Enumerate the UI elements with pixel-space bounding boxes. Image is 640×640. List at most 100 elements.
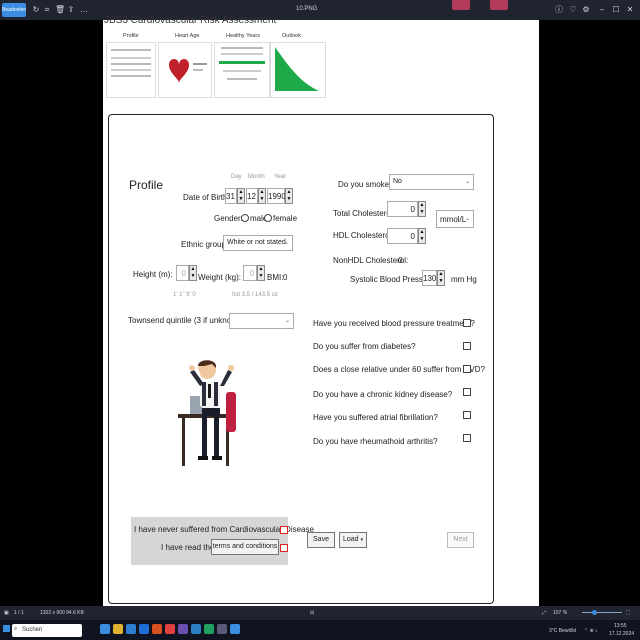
dob-year-stepper[interactable]: ▲ ▼ xyxy=(285,188,293,204)
windows-start-icon[interactable] xyxy=(3,625,10,632)
gender-female-radio[interactable] xyxy=(264,214,272,222)
ethnic-select[interactable]: White or not stated ⌄ xyxy=(223,235,293,251)
weight-input[interactable]: 0 xyxy=(243,265,257,281)
excel-icon[interactable] xyxy=(204,624,214,634)
gender-female-label: female xyxy=(273,214,298,223)
bmi-label: BMI: xyxy=(267,273,284,282)
never-cvd-checkbox[interactable] xyxy=(280,526,288,534)
tab-healthy-years[interactable]: Healthy Years xyxy=(226,33,260,39)
chevron-down-icon: ⌄ xyxy=(464,216,470,222)
dob-day-stepper[interactable]: ▲ ▼ xyxy=(237,188,245,204)
height-input[interactable]: 0 xyxy=(176,265,189,281)
rotate-icon[interactable]: ↻ xyxy=(32,6,40,14)
profile-thumbnail[interactable] xyxy=(106,42,156,98)
gender-label: Gender: xyxy=(214,214,243,223)
load-button[interactable]: Load ▾ xyxy=(339,532,367,548)
tab-heart-age[interactable]: Heart Age xyxy=(175,33,199,39)
zoom-slider-handle[interactable] xyxy=(592,610,597,615)
total-cholesterol-stepper[interactable]: ▲ ▼ xyxy=(418,201,426,217)
fit-icon[interactable]: ⤢ xyxy=(542,610,546,616)
question-diabetes: Do you suffer from diabetes? xyxy=(313,342,416,351)
save-button[interactable]: Save xyxy=(307,532,335,548)
question-family-cvd: Does a close relative under 60 suffer fr… xyxy=(313,365,485,374)
happy-man-illustration xyxy=(178,360,236,466)
app-icon[interactable] xyxy=(217,624,227,634)
gender-male-radio[interactable] xyxy=(241,214,249,222)
diabetes-checkbox[interactable] xyxy=(463,342,471,350)
heart-icon xyxy=(169,59,207,83)
chevron-down-icon: ⌄ xyxy=(464,179,470,185)
zoom-slider[interactable] xyxy=(582,612,622,613)
dob-month-stepper[interactable]: ▲ ▼ xyxy=(258,188,266,204)
height-label: Height (m): xyxy=(133,270,173,279)
minimize-icon[interactable]: – xyxy=(598,6,606,14)
photos-icon[interactable] xyxy=(230,624,240,634)
teams-icon[interactable] xyxy=(178,624,188,634)
outlook-chart-graphic xyxy=(275,47,319,91)
system-tray-icons[interactable]: ⌃ ⊕ ♪ xyxy=(584,628,598,634)
kidney-disease-checkbox[interactable] xyxy=(463,388,471,396)
page-counter: 1 / 1 xyxy=(14,610,24,616)
height-stepper[interactable]: ▲ ▼ xyxy=(189,265,197,281)
file-size: 94.6 KB xyxy=(66,610,84,616)
height-hint: 1' 1" ft' 0 xyxy=(173,292,196,298)
month-header: Month xyxy=(248,174,265,180)
atrial-fibrillation-checkbox[interactable] xyxy=(463,411,471,419)
info-icon[interactable]: ⓘ xyxy=(555,6,563,14)
weather-status[interactable]: 3°C Bewölkt xyxy=(549,628,576,634)
next-button[interactable]: Next xyxy=(447,532,474,548)
powerpoint-icon[interactable] xyxy=(152,624,162,634)
dob-day-input[interactable]: 31 xyxy=(225,188,237,204)
load-button-label: Load xyxy=(342,536,359,543)
cholesterol-units-select[interactable]: mmol/L ⌄ xyxy=(436,210,474,228)
settings-icon[interactable]: ⚙ xyxy=(582,6,590,14)
taskbar-search-input[interactable]: Suchen xyxy=(12,624,82,637)
question-kidney-disease: Do you have a chronic kidney disease? xyxy=(313,390,453,399)
total-cholesterol-input[interactable]: 0 xyxy=(387,201,418,217)
word-icon[interactable] xyxy=(191,624,201,634)
tab-profile[interactable]: Profile xyxy=(123,33,139,39)
heart-age-thumbnail[interactable] xyxy=(158,42,212,98)
file-explorer-icon[interactable] xyxy=(113,624,123,634)
terms-checkbox[interactable] xyxy=(280,544,288,552)
sbp-stepper[interactable]: ▲ ▼ xyxy=(437,270,445,286)
delete-icon[interactable]: 🗑 xyxy=(55,6,65,14)
fullscreen-icon[interactable]: ⛶ xyxy=(626,610,630,616)
hdl-stepper[interactable]: ▲ ▼ xyxy=(418,228,426,244)
dob-month-input[interactable]: 12 xyxy=(246,188,258,204)
edit-button[interactable]: Bearbeiten xyxy=(2,3,26,17)
outlook-app-icon[interactable] xyxy=(139,624,149,634)
favorite-icon[interactable]: ♡ xyxy=(569,6,577,14)
chrome-icon[interactable] xyxy=(165,624,175,634)
chevron-down-icon: ▾ xyxy=(360,537,364,543)
tab-outlook[interactable]: Outlook xyxy=(282,33,301,39)
healthy-years-thumbnail[interactable] xyxy=(214,42,270,98)
family-cvd-checkbox[interactable] xyxy=(463,365,471,373)
more-icon[interactable]: … xyxy=(80,6,88,14)
weight-hint: 0st 3.5 / 143.5 oz xyxy=(232,292,279,298)
terms-button[interactable]: terms and conditions xyxy=(211,539,279,555)
clock-date[interactable]: 17.12.2024 xyxy=(609,631,634,637)
windows-taskbar xyxy=(0,620,640,640)
close-icon[interactable]: ✕ xyxy=(626,6,634,14)
townsend-select[interactable]: ⌄ xyxy=(229,313,294,329)
hdl-input[interactable]: 0 xyxy=(387,228,418,244)
page-title: JBS3 Cardiovascular Risk Assessment xyxy=(104,15,277,26)
task-view-icon[interactable] xyxy=(100,624,110,634)
maximize-icon[interactable]: ☐ xyxy=(612,6,620,14)
weight-stepper[interactable]: ▲ ▼ xyxy=(257,265,265,281)
dob-year-input[interactable]: 1990 xyxy=(267,188,286,204)
sbp-input[interactable]: 130 xyxy=(422,270,437,286)
rheumatoid-arthritis-checkbox[interactable] xyxy=(463,434,471,442)
clock-time[interactable]: 13:55 xyxy=(614,623,627,629)
total-cholesterol-label: Total Cholesterol: xyxy=(333,209,395,218)
bmi-value: 0 xyxy=(283,273,288,282)
filmstrip-icon[interactable]: ⊟ xyxy=(310,610,314,616)
share-icon[interactable]: ⇪ xyxy=(67,6,75,14)
outlook-thumbnail[interactable] xyxy=(270,42,326,98)
bp-treatment-checkbox[interactable] xyxy=(463,319,471,327)
zoom-level[interactable]: 107 % xyxy=(553,610,567,616)
smoke-select[interactable]: No ⌄ xyxy=(389,174,474,190)
crop-icon[interactable]: ⌗ xyxy=(43,6,51,14)
edge-icon[interactable] xyxy=(126,624,136,634)
